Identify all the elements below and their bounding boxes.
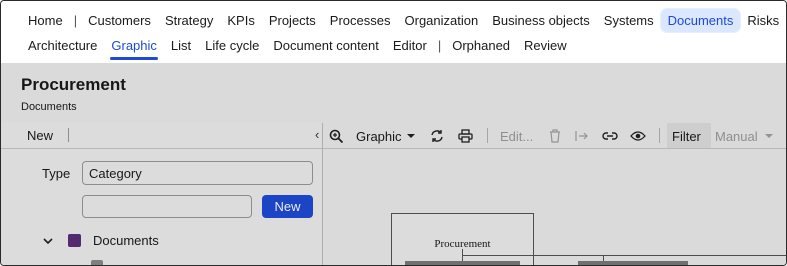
tab-life-cycle[interactable]: Life cycle xyxy=(198,34,266,57)
delete-icon[interactable] xyxy=(549,127,561,145)
tab-orphaned[interactable]: Orphaned xyxy=(445,34,517,57)
nav-customers[interactable]: Customers xyxy=(81,9,158,32)
new-menu-button[interactable]: New xyxy=(27,128,53,143)
tab-graphic[interactable]: Graphic xyxy=(104,34,164,60)
app-window: Home | Customers Strategy KPIs Projects Proces… xyxy=(0,0,787,266)
tab-editor[interactable]: Editor xyxy=(386,34,434,57)
diagram-child-node[interactable] xyxy=(405,261,520,265)
tree-item-label: Documents xyxy=(93,233,159,248)
nav-documents[interactable]: Documents xyxy=(659,7,742,33)
tab-review[interactable]: Review xyxy=(517,34,574,57)
toolbar-divider xyxy=(68,128,69,142)
nav-processes[interactable]: Processes xyxy=(323,9,398,32)
tree-item-documents[interactable]: Documents xyxy=(42,233,159,248)
type-label: Type xyxy=(42,166,71,181)
toolbar-divider xyxy=(487,128,488,143)
sub-nav: Architecture Graphic List Life cycle Documen… xyxy=(21,32,574,60)
diagram-connector xyxy=(462,255,786,256)
edit-button[interactable]: Edit... xyxy=(500,127,533,145)
eye-icon[interactable] xyxy=(630,127,646,145)
diagram-child-node[interactable] xyxy=(578,261,688,265)
print-icon[interactable] xyxy=(458,127,473,145)
main-nav: Home | Customers Strategy KPIs Projects Proces… xyxy=(21,7,786,33)
nav-separator: | xyxy=(73,12,78,28)
type-select[interactable] xyxy=(82,161,313,185)
tree-child-checkbox[interactable] xyxy=(91,260,103,265)
link-icon[interactable] xyxy=(602,127,618,145)
left-toolbar: New ‹ xyxy=(1,123,322,149)
diagram-toolbar: Graphic Edit... Filter Manual xyxy=(323,123,786,149)
page-body: Procurement Documents New ‹ Type New Doc… xyxy=(1,63,786,265)
diagram-canvas[interactable]: Procurement xyxy=(323,149,786,265)
nav-risks[interactable]: Risks xyxy=(740,9,786,32)
nav-kpis[interactable]: KPIs xyxy=(220,9,261,32)
tab-architecture[interactable]: Architecture xyxy=(21,34,104,57)
view-select[interactable]: Graphic xyxy=(356,127,416,145)
nav-home[interactable]: Home xyxy=(21,9,70,32)
nav-business-objects[interactable]: Business objects xyxy=(485,9,597,32)
page-header: Procurement Documents xyxy=(21,75,126,113)
diagram-panel: Graphic Edit... Filter Manual Procuremen… xyxy=(323,123,786,265)
filter-button[interactable]: Filter xyxy=(667,123,711,148)
edit-label: Edit... xyxy=(500,128,534,144)
page-title: Procurement xyxy=(21,75,126,94)
view-select-label: Graphic xyxy=(356,128,402,144)
caret-down-icon xyxy=(406,134,415,138)
left-panel: New ‹ Type New Documents xyxy=(1,123,323,265)
toolbar-divider xyxy=(659,128,660,143)
top-navigation: Home | Customers Strategy KPIs Projects Proces… xyxy=(1,1,786,63)
tab-document-content[interactable]: Document content xyxy=(266,34,386,57)
nav-separator: | xyxy=(437,37,442,53)
manual-select[interactable]: Manual xyxy=(715,127,774,145)
nav-organization[interactable]: Organization xyxy=(398,9,486,32)
zoom-in-icon[interactable] xyxy=(329,127,344,145)
nav-systems[interactable]: Systems xyxy=(597,9,661,32)
caret-down-icon xyxy=(764,134,773,138)
nav-projects[interactable]: Projects xyxy=(262,9,323,32)
category-color-icon xyxy=(68,234,81,247)
move-icon[interactable] xyxy=(575,127,589,145)
chevron-down-icon[interactable] xyxy=(42,235,54,247)
new-item-input[interactable] xyxy=(82,195,252,218)
refresh-icon[interactable] xyxy=(430,127,444,145)
collapse-panel-icon[interactable]: ‹ xyxy=(315,127,319,142)
page-subtitle: Documents xyxy=(21,101,77,113)
nav-strategy[interactable]: Strategy xyxy=(158,9,220,32)
manual-select-label: Manual xyxy=(715,128,758,144)
new-button[interactable]: New xyxy=(262,195,313,218)
tab-list[interactable]: List xyxy=(164,34,198,57)
filter-label: Filter xyxy=(672,129,701,144)
